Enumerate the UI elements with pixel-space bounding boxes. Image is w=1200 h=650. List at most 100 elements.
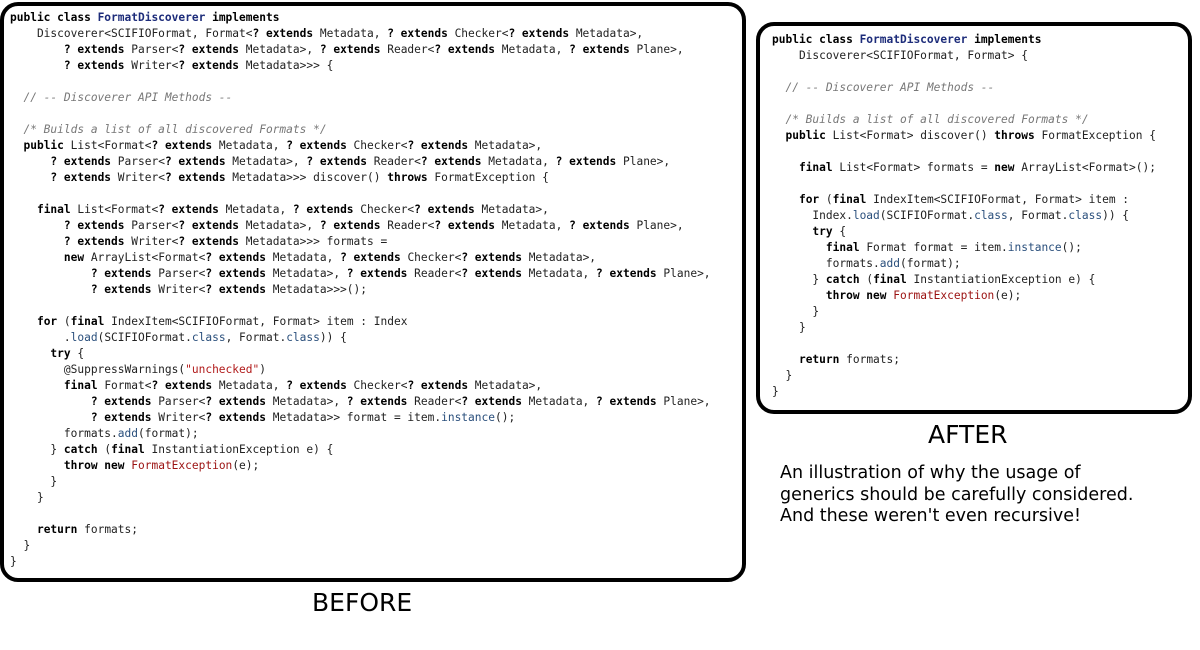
code-token: ? extends	[569, 43, 630, 56]
code-token: FormatException {	[1034, 129, 1156, 142]
code-token: Checker<	[353, 203, 415, 216]
code-token: Index.	[772, 209, 853, 222]
code-token: }	[772, 321, 806, 334]
code-token: ? extends	[178, 43, 240, 56]
code-token: Format<	[97, 379, 152, 392]
code-token: final	[36, 203, 71, 216]
code-token: Checker<	[346, 139, 408, 152]
code-token: public class	[772, 33, 860, 46]
code-token: FormatDiscoverer	[859, 33, 968, 46]
code-token: class	[1068, 209, 1103, 222]
code-token: ? extends	[508, 27, 570, 40]
note-line: generics should be carefully considered.	[780, 484, 1134, 505]
code-token: Reader<	[380, 43, 435, 56]
code-line: }	[10, 474, 742, 490]
code-token: throws	[387, 171, 428, 184]
code-line: // -- Discoverer API Methods --	[10, 90, 742, 106]
code-token: Metadata>>>();	[265, 283, 368, 296]
code-token: Metadata>,	[239, 43, 320, 56]
code-token: ();	[1061, 241, 1082, 254]
code-token: try	[812, 225, 833, 238]
note-line: And these weren't even recursive!	[780, 506, 1082, 526]
code-token: public	[785, 129, 826, 142]
code-line: }	[772, 368, 1188, 384]
code-line: Index.load(SCIFIOFormat.class, Format.cl…	[772, 208, 1188, 224]
code-line: ? extends Parser<? extends Metadata>, ? …	[10, 42, 742, 58]
code-token: "unchecked"	[185, 363, 260, 376]
code-line: public List<Format> discover() throws Fo…	[772, 128, 1188, 144]
code-line: ? extends Parser<? extends Metadata>, ? …	[10, 394, 742, 410]
code-token: formats.	[772, 257, 880, 270]
code-line: }	[772, 384, 1188, 400]
code-line: public class FormatDiscoverer implements	[772, 32, 1188, 48]
code-token: ? extends	[420, 155, 482, 168]
code-line: public List<Format<? extends Metadata, ?…	[10, 138, 742, 154]
code-token: add	[879, 257, 900, 270]
code-token: )) {	[1102, 209, 1130, 222]
code-token: }	[772, 305, 820, 318]
code-token: List<Format<	[70, 203, 159, 216]
code-token: add	[117, 427, 138, 440]
code-line: throw new FormatException(e);	[772, 288, 1188, 304]
code-token: formats;	[839, 353, 900, 366]
code-token: Metadata>,	[569, 27, 644, 40]
code-token: Parser<	[124, 219, 179, 232]
code-token: load	[70, 331, 98, 344]
code-line: for (final IndexItem<SCIFIOFormat, Forma…	[772, 192, 1188, 208]
code-token: new	[994, 161, 1015, 174]
code-token: ? extends	[205, 283, 266, 296]
code-token: Parser<	[151, 267, 206, 280]
code-token: }	[772, 385, 779, 398]
code-token: for	[798, 193, 820, 206]
code-token: }	[10, 555, 17, 568]
before-code-panel: public class FormatDiscoverer implements…	[0, 2, 746, 582]
code-token: ? extends	[555, 155, 617, 168]
code-token: Metadata,	[481, 155, 556, 168]
code-token: ? extends	[292, 203, 354, 216]
code-token: ? extends	[178, 219, 240, 232]
code-token: ArrayList<Format<	[84, 251, 206, 264]
code-token: Checker<	[400, 251, 462, 264]
code-token: ArrayList<Format>();	[1014, 161, 1156, 174]
code-token: implements	[967, 33, 1042, 46]
code-token: (SCIFIOFormat.	[879, 209, 975, 222]
after-code-panel: public class FormatDiscoverer implements…	[756, 22, 1192, 414]
code-token: {	[832, 225, 847, 238]
code-line: }	[10, 490, 742, 506]
code-token: ? extends	[461, 395, 522, 408]
code-line: }	[10, 538, 742, 554]
code-token: (	[819, 193, 833, 206]
code-token: ? extends	[407, 379, 469, 392]
code-token: Writer<	[151, 283, 206, 296]
code-token: Metadata,	[218, 203, 293, 216]
after-label: AFTER	[928, 420, 1008, 449]
code-token: instance	[1007, 241, 1062, 254]
code-line: } catch (final InstantiationException e)…	[10, 442, 742, 458]
code-token: class	[191, 331, 226, 344]
code-token: ? extends	[205, 411, 266, 424]
code-token: List<Format> formats =	[832, 161, 995, 174]
code-token: FormatException	[131, 459, 233, 472]
code-token: ? extends	[286, 379, 347, 392]
code-token: ? extends	[387, 27, 448, 40]
code-line: }	[772, 320, 1188, 336]
code-token: Metadata>,	[468, 379, 543, 392]
code-token: (SCIFIOFormat.	[97, 331, 192, 344]
code-line: @SuppressWarnings("unchecked")	[10, 362, 742, 378]
code-token: }	[10, 443, 64, 456]
code-token: // -- Discoverer API Methods --	[772, 81, 995, 94]
